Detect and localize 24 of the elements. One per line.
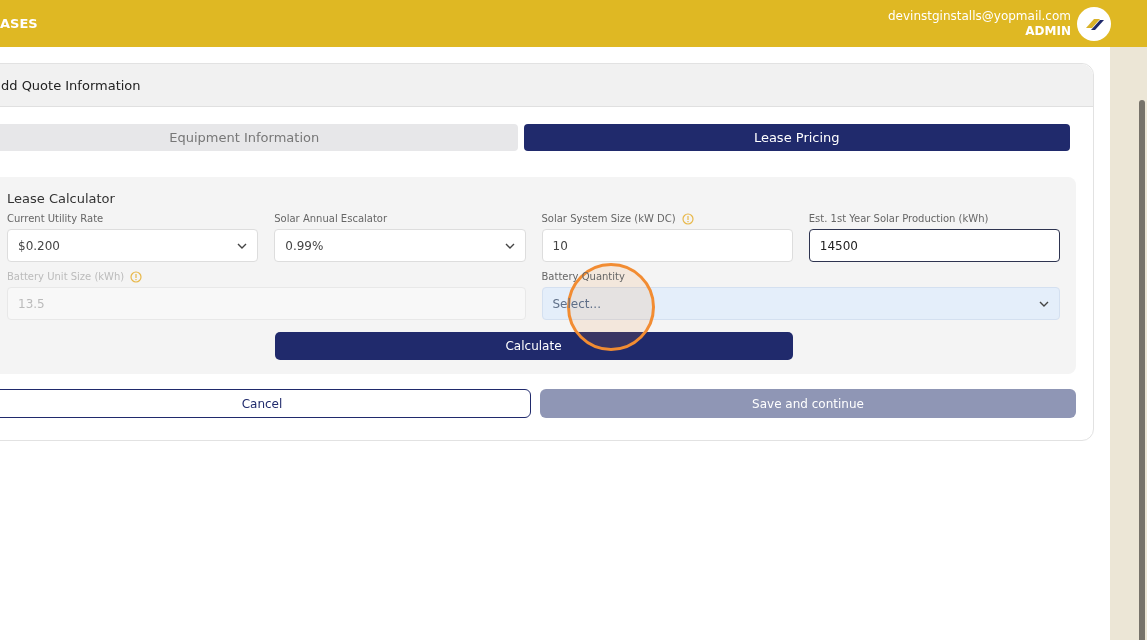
field-label: Solar System Size (kW DC)	[541, 213, 676, 224]
info-icon	[681, 212, 694, 225]
chevron-down-icon	[1039, 300, 1049, 307]
input-field[interactable]: 14500	[808, 229, 1060, 262]
select-field[interactable]: $0.200	[7, 229, 259, 262]
user-role: ADMIN	[1025, 23, 1071, 39]
tab[interactable]: Equipment Information	[0, 124, 518, 151]
card-title: dd Quote Information	[0, 64, 1093, 107]
logo-icon[interactable]	[1077, 6, 1111, 41]
section-title: Lease Calculator	[7, 191, 116, 206]
field-label: Est. 1st Year Solar Production (kWh)	[808, 213, 989, 224]
cancel-button[interactable]: Cancel	[0, 389, 531, 418]
field-label: Current Utility Rate	[7, 213, 104, 224]
calculate-button[interactable]: Calculate	[274, 332, 793, 360]
user-email: devinstginstalls@yopmail.com	[888, 8, 1071, 24]
chevron-down-icon	[237, 242, 248, 249]
info-icon	[130, 270, 143, 283]
field-label: Solar Annual Escalator	[274, 213, 388, 224]
field-label: Battery Quantity	[541, 271, 625, 282]
input-field[interactable]: 10	[541, 229, 793, 262]
scrollbar-thumb[interactable]	[1139, 100, 1145, 640]
select-field[interactable]: 0.99%	[274, 229, 526, 262]
chevron-down-icon	[504, 242, 515, 249]
tab[interactable]: Lease Pricing	[523, 124, 1070, 151]
